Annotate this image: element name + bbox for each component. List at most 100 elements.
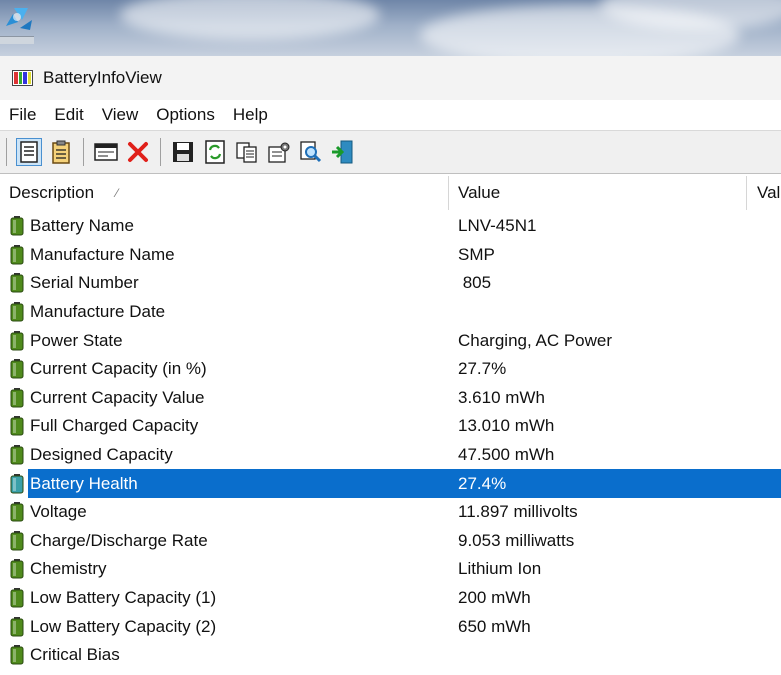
list-item-label: Voltage bbox=[30, 502, 87, 522]
column-header-value[interactable]: Value bbox=[449, 176, 747, 210]
options-button[interactable] bbox=[266, 138, 292, 166]
list-item-label: Current Capacity Value bbox=[30, 387, 205, 407]
list-item-value: 27.7% bbox=[458, 359, 507, 379]
sort-ascending-icon: ⁄ bbox=[116, 186, 119, 200]
battery-icon bbox=[10, 445, 24, 465]
list-item-value: 3.610 mWh bbox=[458, 387, 545, 407]
list-item-label: Charge/Discharge Rate bbox=[30, 530, 208, 550]
battery-icon bbox=[10, 502, 24, 522]
properties-button[interactable] bbox=[16, 138, 42, 166]
column-header-value-2[interactable]: Val bbox=[747, 176, 781, 210]
recycle-bin-icon[interactable] bbox=[0, 0, 34, 34]
column-header-description[interactable]: Description ⁄ bbox=[0, 176, 449, 210]
menu-view[interactable]: View bbox=[93, 100, 148, 130]
properties-icon bbox=[20, 141, 38, 163]
clipboard-icon bbox=[52, 140, 70, 164]
toolbar-separator bbox=[83, 138, 84, 166]
menu-edit[interactable]: Edit bbox=[45, 100, 92, 130]
list-item[interactable]: Power State Charging, AC Power bbox=[0, 326, 781, 355]
list-item-value: Charging, AC Power bbox=[458, 330, 613, 350]
list-item-description: Manufacture Date bbox=[0, 302, 449, 322]
list-item-label: Low Battery Capacity (1) bbox=[30, 588, 217, 608]
battery-icon bbox=[10, 616, 24, 637]
refresh-icon bbox=[205, 140, 225, 164]
list-item[interactable]: Voltage 11.897 millivolts bbox=[0, 498, 781, 527]
list-item[interactable]: Serial Number 805 bbox=[0, 269, 781, 298]
copy-icon bbox=[236, 142, 257, 163]
list-item-label: Chemistry bbox=[30, 559, 107, 579]
list-item[interactable]: Chemistry Lithium Ion bbox=[0, 555, 781, 584]
battery-icon bbox=[10, 387, 24, 408]
menu-file[interactable]: File bbox=[0, 100, 45, 130]
list-item-description: Critical Bias bbox=[0, 645, 449, 665]
list-item-description: Power State bbox=[0, 330, 449, 351]
list-item[interactable]: Charge/Discharge Rate 9.053 milliwatts bbox=[0, 527, 781, 556]
battery-icon bbox=[10, 302, 24, 322]
list-item-value: 11.897 millivolts bbox=[458, 502, 578, 522]
battery-icon bbox=[10, 530, 24, 551]
list-item[interactable]: Critical Bias bbox=[0, 641, 781, 670]
list-item-description: Full Charged Capacity bbox=[0, 416, 449, 436]
list-item[interactable]: Battery Health 27.4% bbox=[0, 469, 781, 498]
list-item-description: Battery Name bbox=[0, 216, 449, 236]
list-item-label: Power State bbox=[30, 330, 123, 350]
list-item[interactable]: Current Capacity Value 3.610 mWh bbox=[0, 384, 781, 413]
exit-icon bbox=[332, 140, 353, 164]
refresh-button[interactable] bbox=[202, 138, 228, 166]
list-header: Description ⁄ Value Val bbox=[0, 176, 781, 210]
menu-help[interactable]: Help bbox=[224, 100, 277, 130]
window-icon bbox=[94, 143, 118, 161]
list-item-description: Serial Number bbox=[0, 273, 449, 293]
list-item[interactable]: Battery Name LNV-45N1 bbox=[0, 212, 781, 241]
list-item[interactable]: Manufacture Date bbox=[0, 298, 781, 327]
list-item-label: Full Charged Capacity bbox=[30, 416, 199, 436]
list-item-value: 47.500 mWh bbox=[458, 445, 555, 465]
list-item-description: Designed Capacity bbox=[0, 445, 449, 465]
list-item-label: Manufacture Name bbox=[30, 244, 175, 264]
window-title: BatteryInfoView bbox=[43, 68, 162, 87]
title-bar[interactable]: BatteryInfoView bbox=[0, 56, 781, 100]
clipboard-button[interactable] bbox=[48, 138, 74, 166]
battery-icon bbox=[10, 216, 24, 236]
copy-button[interactable] bbox=[234, 138, 260, 166]
exit-button[interactable] bbox=[330, 138, 356, 166]
toolbar bbox=[0, 130, 781, 174]
list-item-label: Serial Number bbox=[30, 273, 139, 293]
menu-bar: File Edit View Options Help bbox=[0, 100, 781, 130]
list-item[interactable]: Low Battery Capacity (1) 200 mWh bbox=[0, 584, 781, 613]
list-item-label: Critical Bias bbox=[30, 645, 120, 665]
list-item-description: Manufacture Name bbox=[0, 244, 449, 265]
list-item-value: 200 mWh bbox=[458, 588, 531, 608]
save-icon bbox=[173, 142, 193, 162]
list-item-value: 27.4% bbox=[458, 473, 507, 493]
battery-icon bbox=[10, 559, 24, 579]
list-item-value: LNV-45N1 bbox=[458, 216, 537, 236]
column-header-value-2-label: Val bbox=[757, 183, 781, 202]
list-item[interactable]: Current Capacity (in %) 27.7% bbox=[0, 355, 781, 384]
battery-icon bbox=[10, 330, 24, 351]
list-item-description: Low Battery Capacity (2) bbox=[0, 616, 449, 637]
menu-options[interactable]: Options bbox=[147, 100, 224, 130]
list-item-description: Battery Health bbox=[0, 473, 449, 494]
html-report-button[interactable] bbox=[93, 138, 119, 166]
battery-icon bbox=[10, 244, 24, 265]
delete-button[interactable] bbox=[125, 138, 151, 166]
list-item-description: Voltage bbox=[0, 502, 449, 522]
battery-icon bbox=[10, 645, 24, 665]
list-item[interactable]: Full Charged Capacity 13.010 mWh bbox=[0, 412, 781, 441]
list-item[interactable]: Manufacture Name SMP bbox=[0, 241, 781, 270]
app-icon bbox=[12, 70, 33, 86]
battery-icon bbox=[10, 416, 24, 436]
battery-icon bbox=[10, 359, 24, 379]
list-item-value: 13.010 mWh bbox=[458, 416, 555, 436]
list-item-label: Designed Capacity bbox=[30, 445, 173, 465]
desktop-background bbox=[0, 0, 781, 56]
list-item-value: 805 bbox=[458, 273, 492, 293]
find-button[interactable] bbox=[298, 138, 324, 166]
list-item-value: SMP bbox=[458, 244, 495, 264]
list-item[interactable]: Designed Capacity 47.500 mWh bbox=[0, 441, 781, 470]
list-item[interactable]: Low Battery Capacity (2) 650 mWh bbox=[0, 612, 781, 641]
list-item-label: Battery Health bbox=[30, 473, 138, 493]
save-button[interactable] bbox=[170, 138, 196, 166]
list-item-description: Charge/Discharge Rate bbox=[0, 530, 449, 551]
